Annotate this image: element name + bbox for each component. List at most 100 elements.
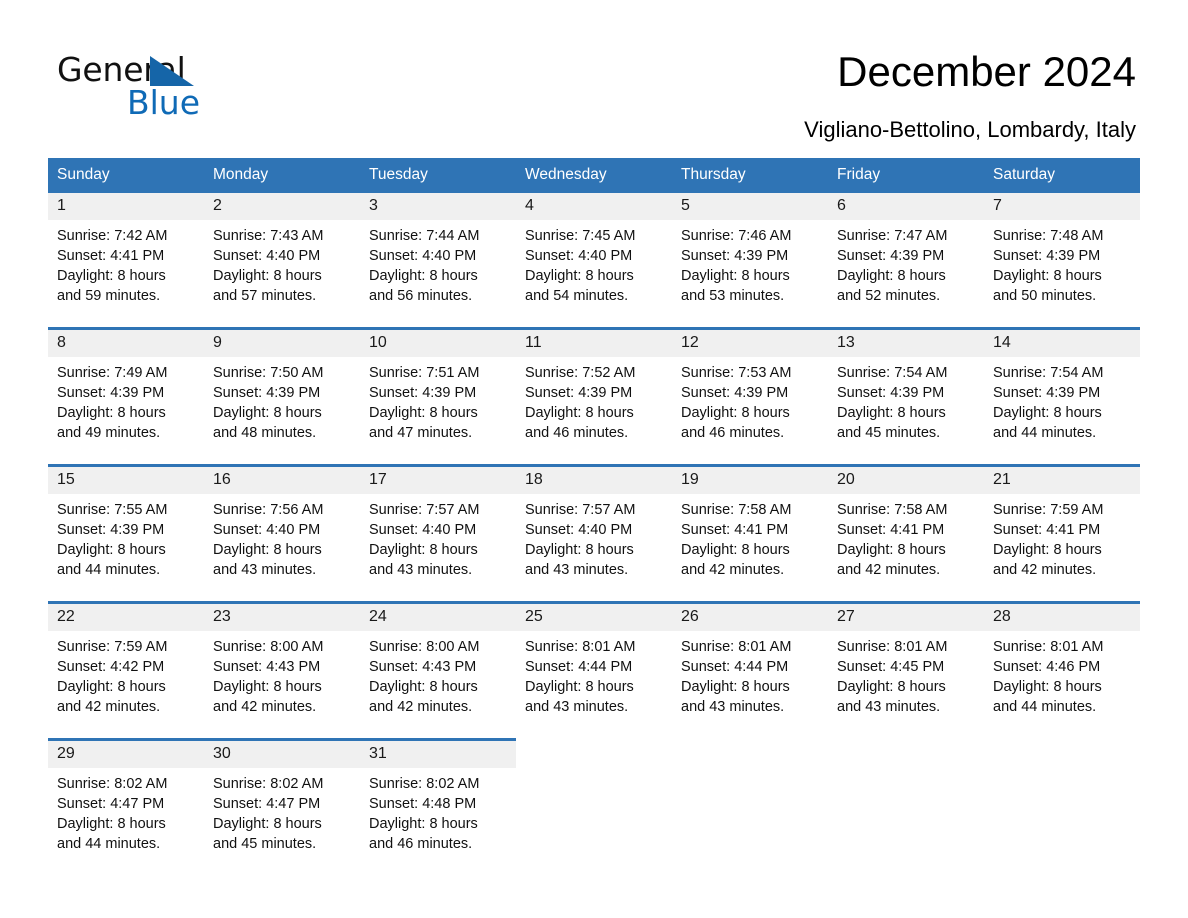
calendar-day-cell[interactable]: 18 Sunrise: 7:57 AM Sunset: 4:40 PM Dayligh… xyxy=(516,464,672,585)
day-number: 20 xyxy=(828,467,984,494)
day-info-daylight2: and 49 minutes. xyxy=(57,425,161,441)
day-info: Sunrise: 7:49 AM Sunset: 4:39 PM Daylight:… xyxy=(48,357,204,443)
calendar-day-cell[interactable]: 27 Sunrise: 8:01 AM Sunset: 4:45 PM Dayligh… xyxy=(828,601,984,722)
day-number: 5 xyxy=(672,193,828,220)
day-info xyxy=(516,768,672,774)
day-info-sunrise: Sunrise: 7:57 AM xyxy=(525,502,636,518)
day-info-sunrise: Sunrise: 7:51 AM xyxy=(369,365,480,381)
day-info-daylight2: and 45 minutes. xyxy=(213,836,317,852)
day-info: Sunrise: 7:47 AM Sunset: 4:39 PM Daylight:… xyxy=(828,220,984,306)
calendar-day-cell[interactable]: 12 Sunrise: 7:53 AM Sunset: 4:39 PM Dayligh… xyxy=(672,327,828,448)
day-info-sunset: Sunset: 4:40 PM xyxy=(369,522,477,538)
day-info-sunrise: Sunrise: 7:48 AM xyxy=(993,228,1104,244)
day-info-daylight1: Daylight: 8 hours xyxy=(525,542,634,558)
day-info-daylight2: and 52 minutes. xyxy=(837,288,941,304)
day-info-sunrise: Sunrise: 7:58 AM xyxy=(681,502,792,518)
day-info xyxy=(828,768,984,774)
day-info-daylight1: Daylight: 8 hours xyxy=(213,542,322,558)
day-info-sunset: Sunset: 4:46 PM xyxy=(993,659,1101,675)
calendar-day-cell[interactable]: 17 Sunrise: 7:57 AM Sunset: 4:40 PM Dayligh… xyxy=(360,464,516,585)
calendar-day-cell[interactable]: 11 Sunrise: 7:52 AM Sunset: 4:39 PM Dayligh… xyxy=(516,327,672,448)
day-number xyxy=(516,741,672,768)
day-info-daylight2: and 44 minutes. xyxy=(57,562,161,578)
calendar-day-cell[interactable]: 8 Sunrise: 7:49 AM Sunset: 4:39 PM Daylight… xyxy=(48,327,204,448)
week-spacer xyxy=(48,585,1140,603)
day-number: 13 xyxy=(828,330,984,357)
calendar-day-cell[interactable]: 6 Sunrise: 7:47 AM Sunset: 4:39 PM Daylight… xyxy=(828,193,984,311)
day-info-sunset: Sunset: 4:39 PM xyxy=(837,385,945,401)
calendar-body: 1 Sunrise: 7:42 AM Sunset: 4:41 PM Daylight… xyxy=(48,193,1140,859)
day-info-sunset: Sunset: 4:41 PM xyxy=(681,522,789,538)
day-info-daylight1: Daylight: 8 hours xyxy=(837,542,946,558)
day-info-daylight1: Daylight: 8 hours xyxy=(213,405,322,421)
calendar-day-cell[interactable]: 7 Sunrise: 7:48 AM Sunset: 4:39 PM Daylight… xyxy=(984,193,1140,311)
weekday-header-saturday: Saturday xyxy=(984,158,1140,193)
day-info-sunrise: Sunrise: 7:52 AM xyxy=(525,365,636,381)
day-number: 18 xyxy=(516,467,672,494)
day-number: 29 xyxy=(48,741,204,768)
week-spacer-cell xyxy=(48,722,1140,740)
day-info-sunset: Sunset: 4:39 PM xyxy=(369,385,477,401)
day-info-sunrise: Sunrise: 7:43 AM xyxy=(213,228,324,244)
day-info: Sunrise: 7:50 AM Sunset: 4:39 PM Daylight:… xyxy=(204,357,360,443)
week-spacer xyxy=(48,448,1140,466)
day-info: Sunrise: 8:01 AM Sunset: 4:44 PM Daylight:… xyxy=(516,631,672,717)
day-info: Sunrise: 7:59 AM Sunset: 4:42 PM Daylight:… xyxy=(48,631,204,717)
calendar-day-cell[interactable]: 3 Sunrise: 7:44 AM Sunset: 4:40 PM Daylight… xyxy=(360,193,516,311)
calendar-day-cell[interactable]: 16 Sunrise: 7:56 AM Sunset: 4:40 PM Dayligh… xyxy=(204,464,360,585)
calendar-day-cell[interactable]: 1 Sunrise: 7:42 AM Sunset: 4:41 PM Daylight… xyxy=(48,193,204,311)
calendar-day-cell[interactable]: 22 Sunrise: 7:59 AM Sunset: 4:42 PM Dayligh… xyxy=(48,601,204,722)
weekday-header-thursday: Thursday xyxy=(672,158,828,193)
day-info: Sunrise: 7:42 AM Sunset: 4:41 PM Daylight:… xyxy=(48,220,204,306)
day-info-sunrise: Sunrise: 7:49 AM xyxy=(57,365,168,381)
week-spacer xyxy=(48,311,1140,329)
day-info-daylight2: and 42 minutes. xyxy=(213,699,317,715)
calendar-day-cell[interactable]: 26 Sunrise: 8:01 AM Sunset: 4:44 PM Dayligh… xyxy=(672,601,828,722)
day-info-daylight2: and 48 minutes. xyxy=(213,425,317,441)
day-number: 24 xyxy=(360,604,516,631)
day-info-daylight1: Daylight: 8 hours xyxy=(369,816,478,832)
calendar-day-cell[interactable]: 29 Sunrise: 8:02 AM Sunset: 4:47 PM Dayligh… xyxy=(48,738,204,859)
day-info-sunrise: Sunrise: 7:44 AM xyxy=(369,228,480,244)
calendar-day-cell[interactable]: 2 Sunrise: 7:43 AM Sunset: 4:40 PM Daylight… xyxy=(204,193,360,311)
page-header: General Blue December 2024 Vigliano-Bett… xyxy=(0,0,1188,142)
day-info-daylight2: and 43 minutes. xyxy=(213,562,317,578)
calendar-day-cell[interactable]: 24 Sunrise: 8:00 AM Sunset: 4:43 PM Dayligh… xyxy=(360,601,516,722)
day-info-daylight1: Daylight: 8 hours xyxy=(525,679,634,695)
calendar-day-cell[interactable]: 15 Sunrise: 7:55 AM Sunset: 4:39 PM Dayligh… xyxy=(48,464,204,585)
calendar-day-cell[interactable]: 31 Sunrise: 8:02 AM Sunset: 4:48 PM Dayligh… xyxy=(360,738,516,859)
calendar-day-cell[interactable]: 4 Sunrise: 7:45 AM Sunset: 4:40 PM Daylight… xyxy=(516,193,672,311)
day-info-sunrise: Sunrise: 7:54 AM xyxy=(993,365,1104,381)
calendar-day-cell[interactable]: 25 Sunrise: 8:01 AM Sunset: 4:44 PM Dayligh… xyxy=(516,601,672,722)
calendar-day-cell-empty xyxy=(828,738,984,859)
day-info-sunset: Sunset: 4:45 PM xyxy=(837,659,945,675)
day-info: Sunrise: 7:58 AM Sunset: 4:41 PM Daylight:… xyxy=(672,494,828,580)
day-info-daylight1: Daylight: 8 hours xyxy=(213,268,322,284)
day-info-daylight2: and 50 minutes. xyxy=(993,288,1097,304)
calendar-day-cell[interactable]: 5 Sunrise: 7:46 AM Sunset: 4:39 PM Daylight… xyxy=(672,193,828,311)
calendar-day-cell[interactable]: 21 Sunrise: 7:59 AM Sunset: 4:41 PM Dayligh… xyxy=(984,464,1140,585)
day-info-sunrise: Sunrise: 7:53 AM xyxy=(681,365,792,381)
day-info xyxy=(984,768,1140,774)
calendar-week-row: 8 Sunrise: 7:49 AM Sunset: 4:39 PM Daylight… xyxy=(48,327,1140,448)
day-info-sunset: Sunset: 4:41 PM xyxy=(57,248,165,264)
calendar-day-cell[interactable]: 14 Sunrise: 7:54 AM Sunset: 4:39 PM Dayligh… xyxy=(984,327,1140,448)
day-info-sunrise: Sunrise: 8:00 AM xyxy=(213,639,324,655)
calendar-day-cell[interactable]: 23 Sunrise: 8:00 AM Sunset: 4:43 PM Dayligh… xyxy=(204,601,360,722)
calendar-day-cell[interactable]: 30 Sunrise: 8:02 AM Sunset: 4:47 PM Dayligh… xyxy=(204,738,360,859)
weekday-header-monday: Monday xyxy=(204,158,360,193)
generalblue-logo[interactable]: General Blue xyxy=(57,50,257,122)
calendar-day-cell[interactable]: 13 Sunrise: 7:54 AM Sunset: 4:39 PM Dayligh… xyxy=(828,327,984,448)
day-number: 6 xyxy=(828,193,984,220)
calendar-day-cell[interactable]: 20 Sunrise: 7:58 AM Sunset: 4:41 PM Dayligh… xyxy=(828,464,984,585)
week-spacer-cell xyxy=(48,448,1140,466)
day-info-sunset: Sunset: 4:47 PM xyxy=(57,796,165,812)
day-info: Sunrise: 7:58 AM Sunset: 4:41 PM Daylight:… xyxy=(828,494,984,580)
calendar-day-cell[interactable]: 28 Sunrise: 8:01 AM Sunset: 4:46 PM Dayligh… xyxy=(984,601,1140,722)
day-info: Sunrise: 7:53 AM Sunset: 4:39 PM Daylight:… xyxy=(672,357,828,443)
calendar-day-cell[interactable]: 9 Sunrise: 7:50 AM Sunset: 4:39 PM Daylight… xyxy=(204,327,360,448)
calendar-day-cell[interactable]: 10 Sunrise: 7:51 AM Sunset: 4:39 PM Dayligh… xyxy=(360,327,516,448)
day-info-daylight1: Daylight: 8 hours xyxy=(681,542,790,558)
calendar-day-cell[interactable]: 19 Sunrise: 7:58 AM Sunset: 4:41 PM Dayligh… xyxy=(672,464,828,585)
day-info-daylight2: and 42 minutes. xyxy=(681,562,785,578)
